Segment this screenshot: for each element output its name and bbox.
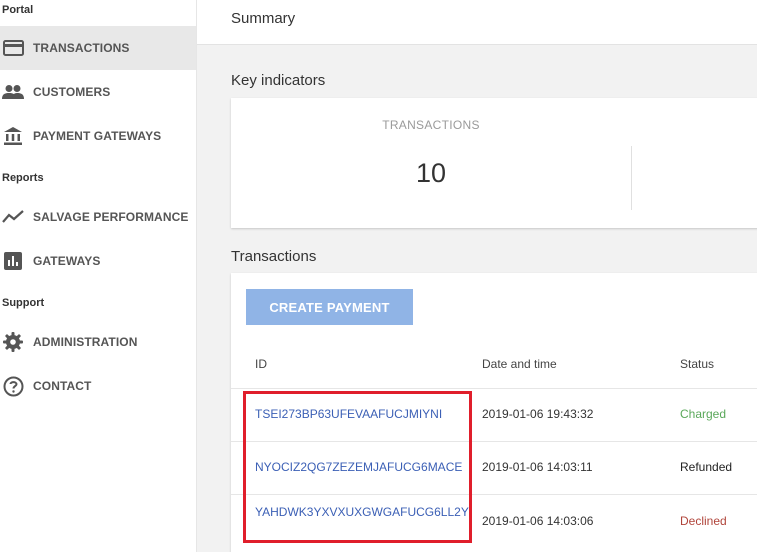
sidebar-item-salvage-performance[interactable]: SALVAGE PERFORMANCE — [0, 195, 196, 239]
transaction-datetime: 2019-01-06 19:43:32 — [482, 407, 594, 421]
sidebar-item-transactions[interactable]: TRANSACTIONS — [0, 26, 196, 70]
trend-line-icon — [2, 206, 24, 228]
section-label-support: Support — [2, 297, 45, 309]
section-label-portal: Portal — [2, 4, 34, 16]
transactions-card: CREATE PAYMENT ID Date and time Status T… — [231, 273, 757, 552]
page-title: Summary — [231, 10, 296, 27]
kpi-divider — [631, 146, 632, 210]
sidebar-item-payment-gateways[interactable]: PAYMENT GATEWAYS — [0, 114, 196, 158]
table-row[interactable]: TSEI273BP63UFEVAAFUCJMIYNI 2019-01-06 19… — [231, 388, 757, 442]
sidebar-item-customers[interactable]: CUSTOMERS — [0, 70, 196, 114]
sidebar-item-label: TRANSACTIONS — [33, 41, 130, 55]
sidebar-item-label: CUSTOMERS — [33, 85, 111, 99]
kpi-label: TRANSACTIONS — [382, 118, 480, 132]
sidebar-item-gateways[interactable]: GATEWAYS — [0, 239, 196, 283]
gear-icon — [2, 331, 24, 353]
sidebar-item-label: ADMINISTRATION — [33, 335, 138, 349]
transaction-id-link[interactable]: NYOCIZ2QG7ZEZEMJAFUCG6MACE — [255, 459, 469, 476]
bank-icon — [2, 125, 24, 147]
column-header-id: ID — [255, 357, 267, 371]
column-header-status: Status — [680, 357, 715, 371]
sidebar-item-label: SALVAGE PERFORMANCE — [33, 210, 189, 224]
kpi-value: 10 — [415, 158, 447, 188]
key-indicators-card: TRANSACTIONS 10 — [231, 98, 757, 228]
sidebar-item-administration[interactable]: ADMINISTRATION — [0, 320, 196, 364]
main-content: Summary Key indicators TRANSACTIONS 10 T… — [197, 0, 757, 552]
status-badge: Charged — [680, 407, 727, 421]
sidebar-item-label: GATEWAYS — [33, 254, 101, 268]
transactions-heading: Transactions — [231, 248, 317, 265]
column-header-date: Date and time — [482, 357, 557, 371]
key-indicators-heading: Key indicators — [231, 72, 326, 89]
credit-card-icon — [2, 37, 24, 59]
transaction-id-link[interactable]: YAHDWK3YXVXUXGWGAFUCG6LL2Y — [255, 504, 469, 521]
top-bar: Summary — [197, 0, 757, 45]
sidebar-item-contact[interactable]: CONTACT — [0, 364, 196, 408]
status-badge: Declined — [680, 514, 727, 528]
transaction-id-link[interactable]: TSEI273BP63UFEVAAFUCJMIYNI — [255, 406, 469, 423]
table-row[interactable]: YAHDWK3YXVXUXGWGAFUCG6LL2Y 2019-01-06 14… — [231, 494, 757, 548]
sidebar-item-label: CONTACT — [33, 379, 92, 393]
transaction-datetime: 2019-01-06 14:03:06 — [482, 514, 594, 528]
section-label-reports: Reports — [2, 172, 44, 184]
status-badge: Refunded — [680, 460, 733, 474]
help-icon — [2, 375, 24, 397]
transaction-datetime: 2019-01-06 14:03:11 — [482, 460, 593, 474]
people-icon — [2, 81, 24, 103]
sidebar: Portal TRANSACTIONS CUSTOMERS PAYMENT GA… — [0, 0, 197, 552]
bar-chart-icon — [2, 250, 24, 272]
create-payment-button[interactable]: CREATE PAYMENT — [246, 289, 413, 325]
table-row[interactable]: NYOCIZ2QG7ZEZEMJAFUCG6MACE 2019-01-06 14… — [231, 441, 757, 495]
sidebar-item-label: PAYMENT GATEWAYS — [33, 129, 162, 143]
